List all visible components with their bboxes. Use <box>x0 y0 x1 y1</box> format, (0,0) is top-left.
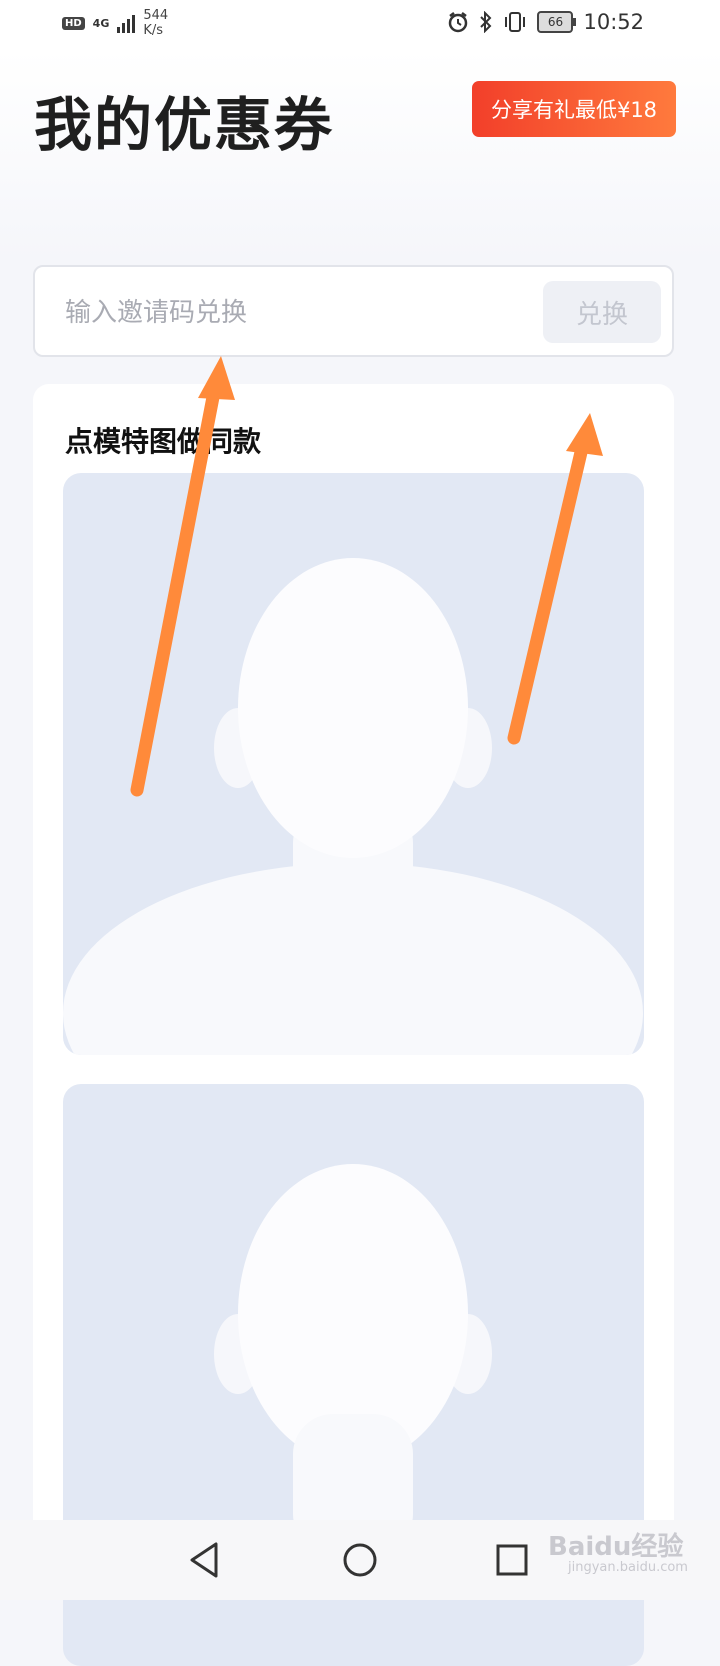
annotation-arrow-left <box>130 356 235 797</box>
home-circle-icon[interactable] <box>338 1538 382 1582</box>
annotation-arrow-right <box>507 413 603 745</box>
back-triangle-icon[interactable] <box>184 1538 228 1582</box>
watermark-brand: Baidu经验 <box>548 1532 684 1562</box>
recents-square-icon[interactable] <box>490 1538 534 1582</box>
watermark-url: jingyan.baidu.com <box>568 1560 688 1575</box>
annotation-arrows <box>130 356 603 797</box>
